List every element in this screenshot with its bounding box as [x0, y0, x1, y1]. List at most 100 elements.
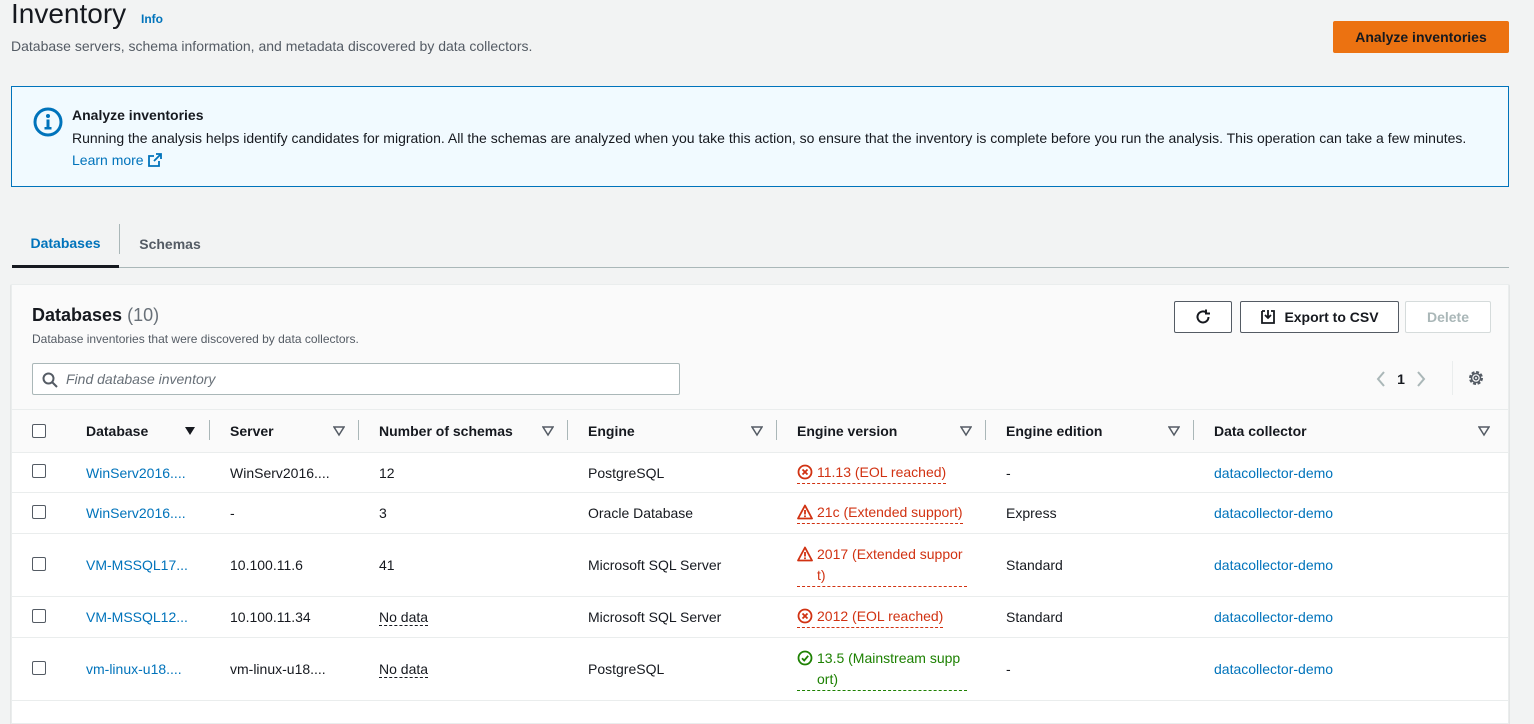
engine-version-status[interactable]: 2012 (EOL reached) [797, 606, 944, 628]
sort-icon [960, 426, 972, 437]
table-header-row: Database Server Number of schemas Engine… [12, 409, 1508, 453]
info-icon [33, 107, 63, 137]
engine-version-cell: 21c (Extended support) [777, 492, 986, 534]
sort-icon [1478, 426, 1490, 437]
page-description: Database servers, schema information, an… [11, 38, 533, 54]
server-cell: 10.100.11.34 [210, 596, 359, 638]
error-icon [797, 464, 813, 479]
schemas-value: 12 [379, 464, 395, 481]
previous-page-icon[interactable] [1372, 367, 1390, 391]
panel-count: (10) [127, 305, 160, 325]
schemas-value[interactable]: No data [379, 609, 429, 626]
engine-edition-cell: Express [986, 492, 1194, 534]
schemas-cell: No data [359, 637, 568, 701]
select-all-checkbox[interactable] [32, 424, 46, 438]
schemas-cell: 3 [359, 492, 568, 534]
sort-descending-icon [185, 427, 195, 435]
panel-title: Databases (10) [32, 305, 160, 325]
engine-version-status[interactable]: 2017 (Extended suppor t) [797, 544, 967, 587]
schemas-cell: 41 [359, 533, 568, 597]
alert-body: Running the analysis helps identify cand… [72, 127, 1472, 171]
database-link[interactable]: VM-MSSQL12... [86, 609, 188, 625]
export-csv-label: Export to CSV [1284, 309, 1379, 325]
row-checkbox[interactable] [32, 556, 46, 571]
data-collector-link[interactable]: datacollector-demo [1214, 609, 1333, 625]
refresh-icon [1196, 309, 1210, 324]
engine-edition-cell: Standard [986, 533, 1194, 597]
database-cell: VM-MSSQL17... [66, 533, 210, 597]
row-checkbox[interactable] [32, 608, 46, 623]
gear-icon[interactable] [1467, 369, 1485, 387]
column-header-engine[interactable]: Engine [568, 409, 777, 453]
row-select-cell [12, 452, 66, 493]
analyze-inventories-button[interactable]: Analyze inventories [1333, 21, 1509, 53]
download-icon [1261, 310, 1276, 324]
schemas-value[interactable]: No data [379, 661, 429, 678]
data-collector-link[interactable]: datacollector-demo [1214, 505, 1333, 521]
data-collector-link[interactable]: datacollector-demo [1214, 661, 1333, 677]
sort-icon [1168, 426, 1180, 437]
page-title: Inventory [11, 0, 127, 29]
schemas-value: 41 [379, 557, 395, 573]
next-page-icon[interactable] [1412, 367, 1430, 391]
database-link[interactable]: WinServ2016.... [86, 465, 186, 481]
page-number[interactable]: 1 [1390, 371, 1412, 387]
schemas-value: 3 [379, 505, 387, 521]
sort-icon [542, 426, 554, 437]
table-row[interactable]: VM-MSSQL17... 10.100.11.6 41 Microsoft SQL … [12, 533, 1508, 597]
learn-more-link[interactable]: Learn more [72, 152, 162, 168]
info-link[interactable]: Info [141, 12, 163, 26]
pagination: 1 [1372, 367, 1430, 391]
data-collector-cell: datacollector-demo [1194, 533, 1508, 597]
column-header-engine-version[interactable]: Engine version [777, 409, 986, 453]
engine-version-cell: 13.5 (Mainstream supp ort) [777, 637, 986, 701]
alert-title: Analyze inventories [72, 107, 204, 123]
data-collector-link[interactable]: datacollector-demo [1214, 465, 1333, 481]
engine-cell: Microsoft SQL Server [568, 596, 777, 638]
sort-icon [333, 426, 345, 437]
warning-icon [797, 504, 813, 520]
column-header-schemas[interactable]: Number of schemas [359, 409, 568, 453]
row-checkbox[interactable] [32, 660, 46, 675]
delete-button[interactable]: Delete [1405, 301, 1491, 333]
refresh-button[interactable] [1174, 301, 1232, 333]
sort-icon [751, 426, 763, 437]
table-row[interactable]: WinServ2016.... WinServ2016.... 12 PostgreS… [12, 452, 1508, 493]
engine-version-cell: 11.13 (EOL reached) [777, 452, 986, 493]
export-csv-button[interactable]: Export to CSV [1240, 301, 1399, 333]
engine-version-cell: 2012 (EOL reached) [777, 596, 986, 638]
table-row[interactable]: WinServ2016.... - 3 Oracle Database 21c (Ext… [12, 492, 1508, 534]
database-link[interactable]: VM-MSSQL17... [86, 557, 188, 573]
row-select-cell [12, 533, 66, 597]
data-collector-link[interactable]: datacollector-demo [1214, 557, 1333, 573]
tab-schemas[interactable]: Schemas [120, 220, 220, 268]
engine-version-status[interactable]: 11.13 (EOL reached) [797, 462, 947, 484]
row-checkbox[interactable] [32, 504, 46, 519]
table-row[interactable]: vm-linux-u18.... vm-linux-u18.... No data P… [12, 637, 1508, 701]
row-checkbox[interactable] [32, 464, 46, 478]
engine-cell: PostgreSQL [568, 637, 777, 701]
search-box[interactable] [32, 363, 680, 395]
select-all-header [12, 409, 66, 453]
column-header-data-collector[interactable]: Data collector [1194, 409, 1508, 453]
error-icon [797, 608, 813, 624]
engine-edition-cell: - [986, 452, 1194, 493]
database-link[interactable]: WinServ2016.... [86, 505, 186, 521]
column-header-engine-edition[interactable]: Engine edition [986, 409, 1194, 453]
table-row[interactable]: VM-MSSQL12... 10.100.11.34 No data Microsof… [12, 596, 1508, 638]
engine-cell: Microsoft SQL Server [568, 533, 777, 597]
data-collector-cell: datacollector-demo [1194, 452, 1508, 493]
column-header-database[interactable]: Database [66, 409, 210, 453]
panel-description: Database inventories that were discovere… [32, 332, 359, 346]
search-input[interactable] [64, 368, 664, 390]
tab-databases[interactable]: Databases [12, 220, 119, 268]
engine-version-status[interactable]: 13.5 (Mainstream supp ort) [797, 648, 967, 691]
row-select-cell [12, 596, 66, 638]
database-link[interactable]: vm-linux-u18.... [86, 661, 182, 677]
engine-version-status[interactable]: 21c (Extended support) [797, 502, 963, 524]
panel-header: Databases (10) Database inventories that… [12, 285, 1508, 409]
engine-version-cell: 2017 (Extended suppor t) [777, 533, 986, 597]
column-header-server[interactable]: Server [210, 409, 359, 453]
info-alert: Analyze inventories Running the analysis… [11, 86, 1509, 187]
alert-text: Running the analysis helps identify cand… [72, 130, 1467, 146]
